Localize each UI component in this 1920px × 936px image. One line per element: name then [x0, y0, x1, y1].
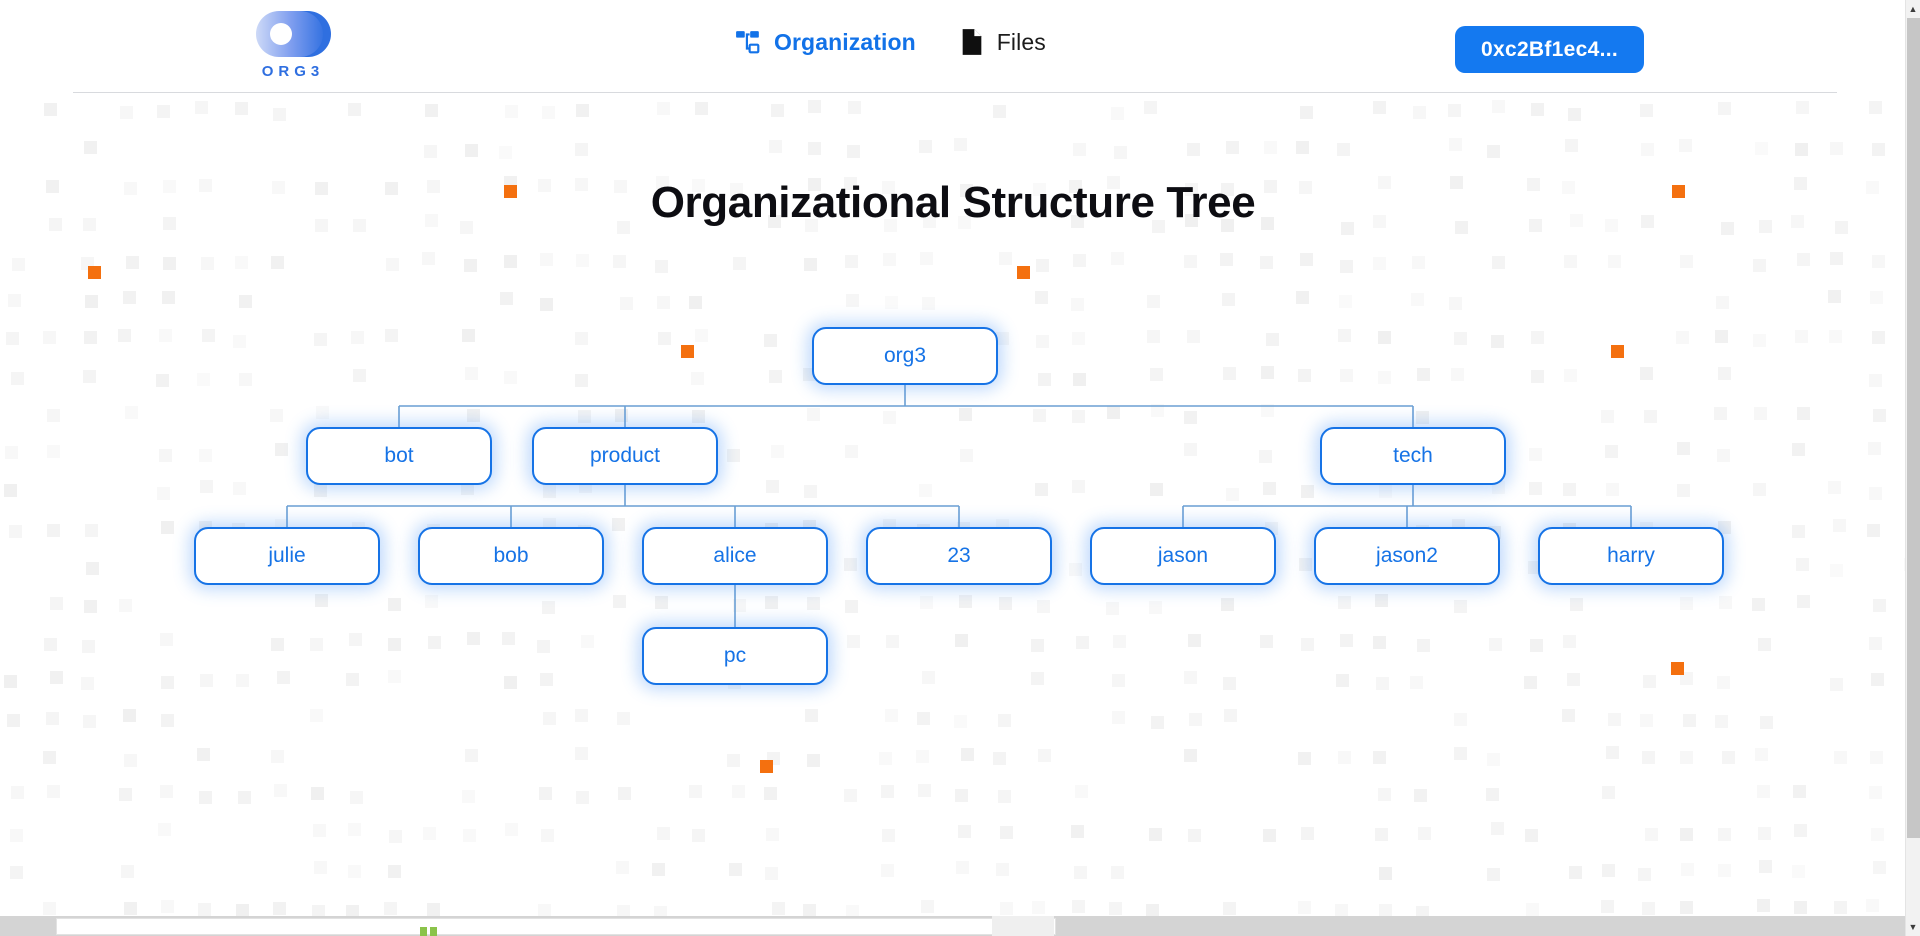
tree-node-label: 23: [947, 544, 971, 567]
tree-node-label: pc: [723, 644, 747, 667]
nav-item-organization[interactable]: Organization: [735, 29, 916, 56]
org-tree: org3 bot product tech julie bob alice 23 jason ja…: [0, 0, 1906, 936]
page-title: Organizational Structure Tree: [650, 178, 1256, 227]
tree-node-bot[interactable]: bot: [306, 427, 492, 485]
tree-node-product[interactable]: product: [532, 427, 718, 485]
tree-node-label: tech: [1393, 444, 1433, 467]
tree-node-label: jason: [1157, 544, 1209, 567]
tree-node-label: bob: [493, 544, 529, 567]
nav-label-files: Files: [996, 28, 1046, 55]
logo-text: ORG3: [261, 63, 325, 80]
logo[interactable]: ORG3: [238, 8, 348, 80]
nav-label-organization: Organization: [774, 28, 916, 55]
taskbar-indicator: [420, 924, 442, 936]
tree-node-label: bot: [384, 444, 414, 467]
tree-node-label: product: [589, 444, 661, 467]
main-nav: Organization Files: [735, 28, 1046, 56]
tree-node-alice[interactable]: alice: [642, 527, 828, 585]
tree-connectors: [286, 385, 1632, 627]
app-header: ORG3 Organization Files 0xc2Bf1ec4...: [0, 0, 1906, 96]
nav-item-files[interactable]: Files: [960, 28, 1046, 56]
horizontal-scrollbar-notch: [992, 916, 1054, 936]
tree-node-tech[interactable]: tech: [1320, 427, 1506, 485]
tree-node-label: julie: [268, 544, 306, 567]
tree-node-bob[interactable]: bob: [418, 527, 604, 585]
tree-node-pc[interactable]: pc: [642, 627, 828, 685]
tree-node-julie[interactable]: julie: [194, 527, 380, 585]
org3-logo-icon: [256, 11, 331, 57]
tree-node-label: harry: [1607, 544, 1655, 567]
tree-node-harry[interactable]: harry: [1538, 527, 1724, 585]
vertical-scrollbar-thumb[interactable]: [1907, 18, 1920, 838]
wallet-address-button[interactable]: 0xc2Bf1ec4...: [1455, 26, 1644, 73]
chevron-up-icon[interactable]: ▲: [1906, 0, 1920, 18]
tree-node-23[interactable]: 23: [866, 527, 1052, 585]
tree-node-jason[interactable]: jason: [1090, 527, 1276, 585]
horizontal-scrollbar-thumb[interactable]: [56, 918, 1056, 935]
tree-node-jason2[interactable]: jason2: [1314, 527, 1500, 585]
tree-node-label: alice: [713, 544, 757, 567]
app-root: ORG3 Organization Files 0xc2Bf1ec4... Or…: [0, 0, 1920, 936]
tree-node-org3[interactable]: org3: [812, 327, 998, 385]
header-divider: [73, 92, 1837, 93]
file-document-icon: [962, 29, 982, 55]
tree-node-label: jason2: [1376, 544, 1438, 567]
vertical-scrollbar[interactable]: ▲ ▼: [1905, 0, 1920, 936]
org-chart-icon: [736, 31, 760, 54]
chevron-down-icon[interactable]: ▼: [1906, 918, 1920, 936]
tree-node-label: org3: [883, 344, 927, 367]
horizontal-scrollbar[interactable]: [0, 916, 1906, 936]
